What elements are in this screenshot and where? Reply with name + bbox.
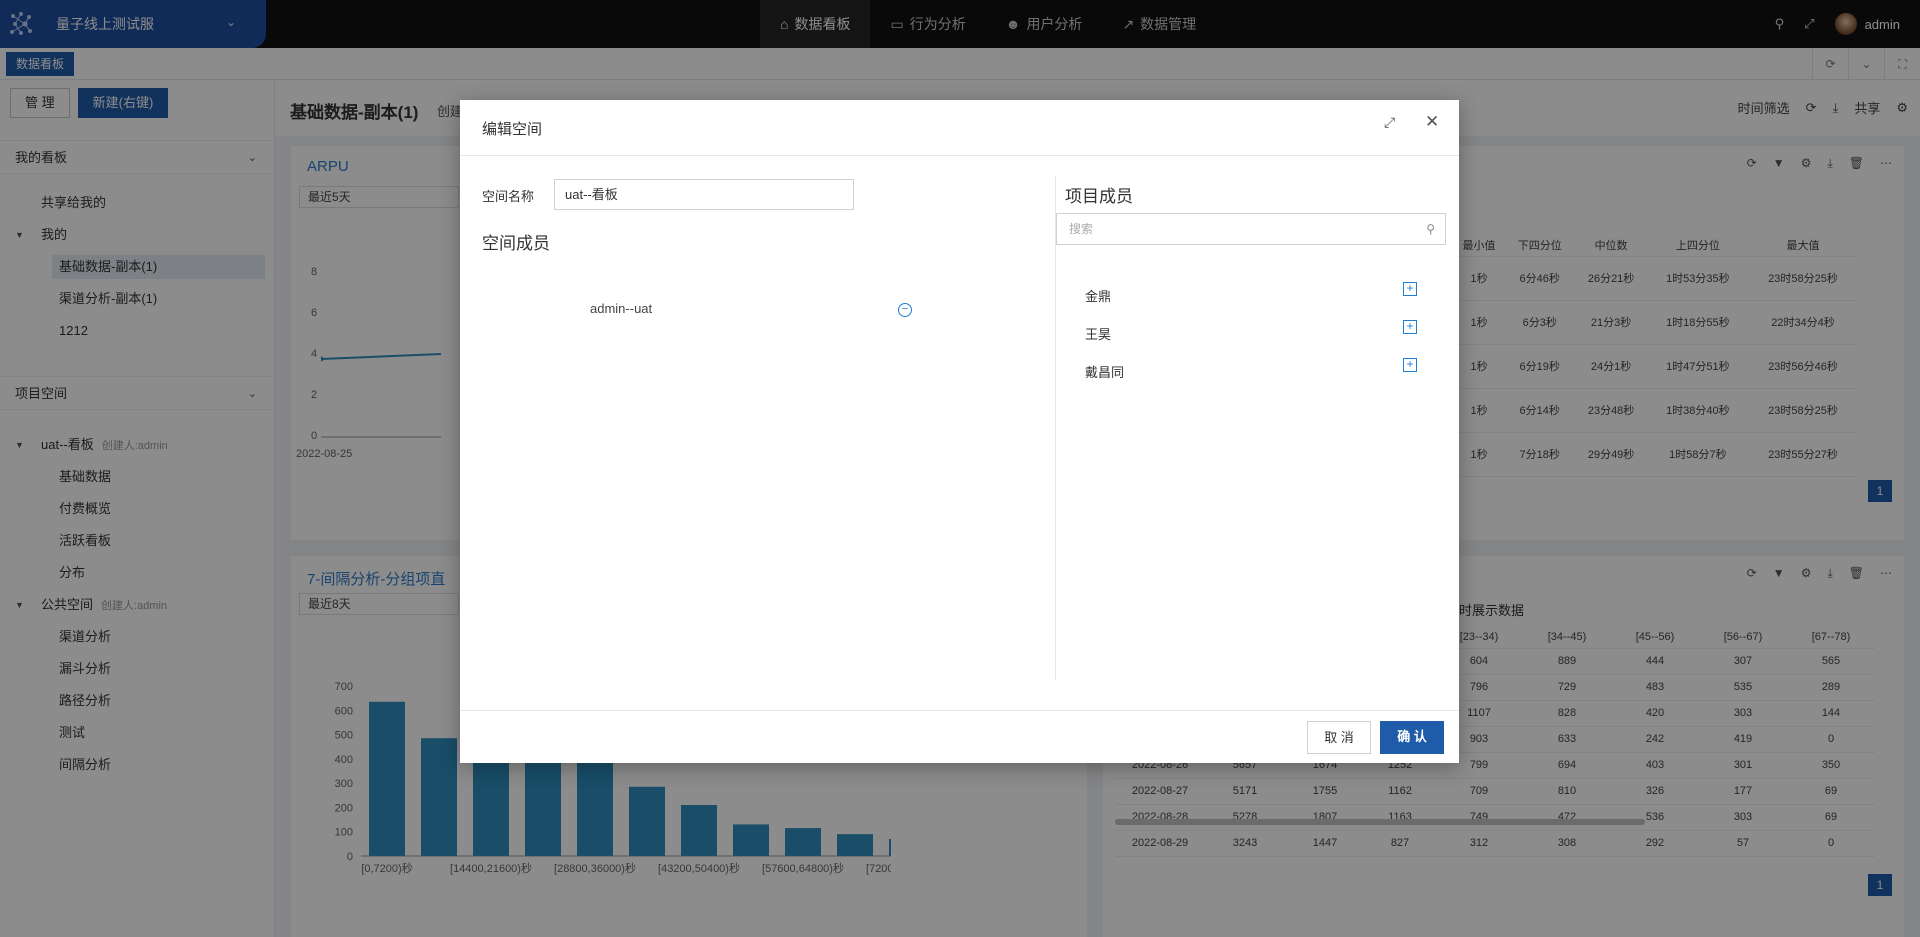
member-search-input[interactable]: 搜索 ⚲ — [1056, 213, 1446, 245]
edit-space-dialog: 编辑空间 ⤢ ✕ 空间名称 uat--看板 空间成员 admin--uat − … — [460, 100, 1459, 763]
project-members-heading: 项目成员 — [1065, 187, 1133, 206]
add-member-icon[interactable]: + — [1403, 320, 1417, 334]
confirm-button[interactable]: 确 认 — [1380, 721, 1444, 754]
dialog-header-divider — [460, 155, 1459, 156]
space-name-input[interactable]: uat--看板 — [554, 179, 854, 210]
add-member-icon[interactable]: + — [1403, 358, 1417, 372]
search-placeholder: 搜索 — [1069, 222, 1094, 236]
space-members-heading: 空间成员 — [482, 234, 550, 253]
project-member: 金鼎 — [1085, 289, 1112, 304]
dialog-footer-divider — [460, 710, 1459, 711]
cancel-button[interactable]: 取 消 — [1307, 721, 1371, 754]
space-member: admin--uat — [590, 301, 653, 316]
space-name-label: 空间名称 — [482, 189, 535, 204]
maximize-icon[interactable]: ⤢ — [1384, 114, 1395, 131]
close-icon[interactable]: ✕ — [1425, 112, 1439, 132]
add-member-icon[interactable]: + — [1403, 282, 1417, 296]
dialog-title: 编辑空间 — [482, 121, 543, 138]
remove-member-icon[interactable]: − — [898, 303, 912, 317]
column-divider — [1055, 176, 1056, 680]
search-icon: ⚲ — [1426, 222, 1435, 236]
project-member: 戴昌同 — [1085, 365, 1125, 380]
project-member: 王昊 — [1085, 327, 1112, 342]
